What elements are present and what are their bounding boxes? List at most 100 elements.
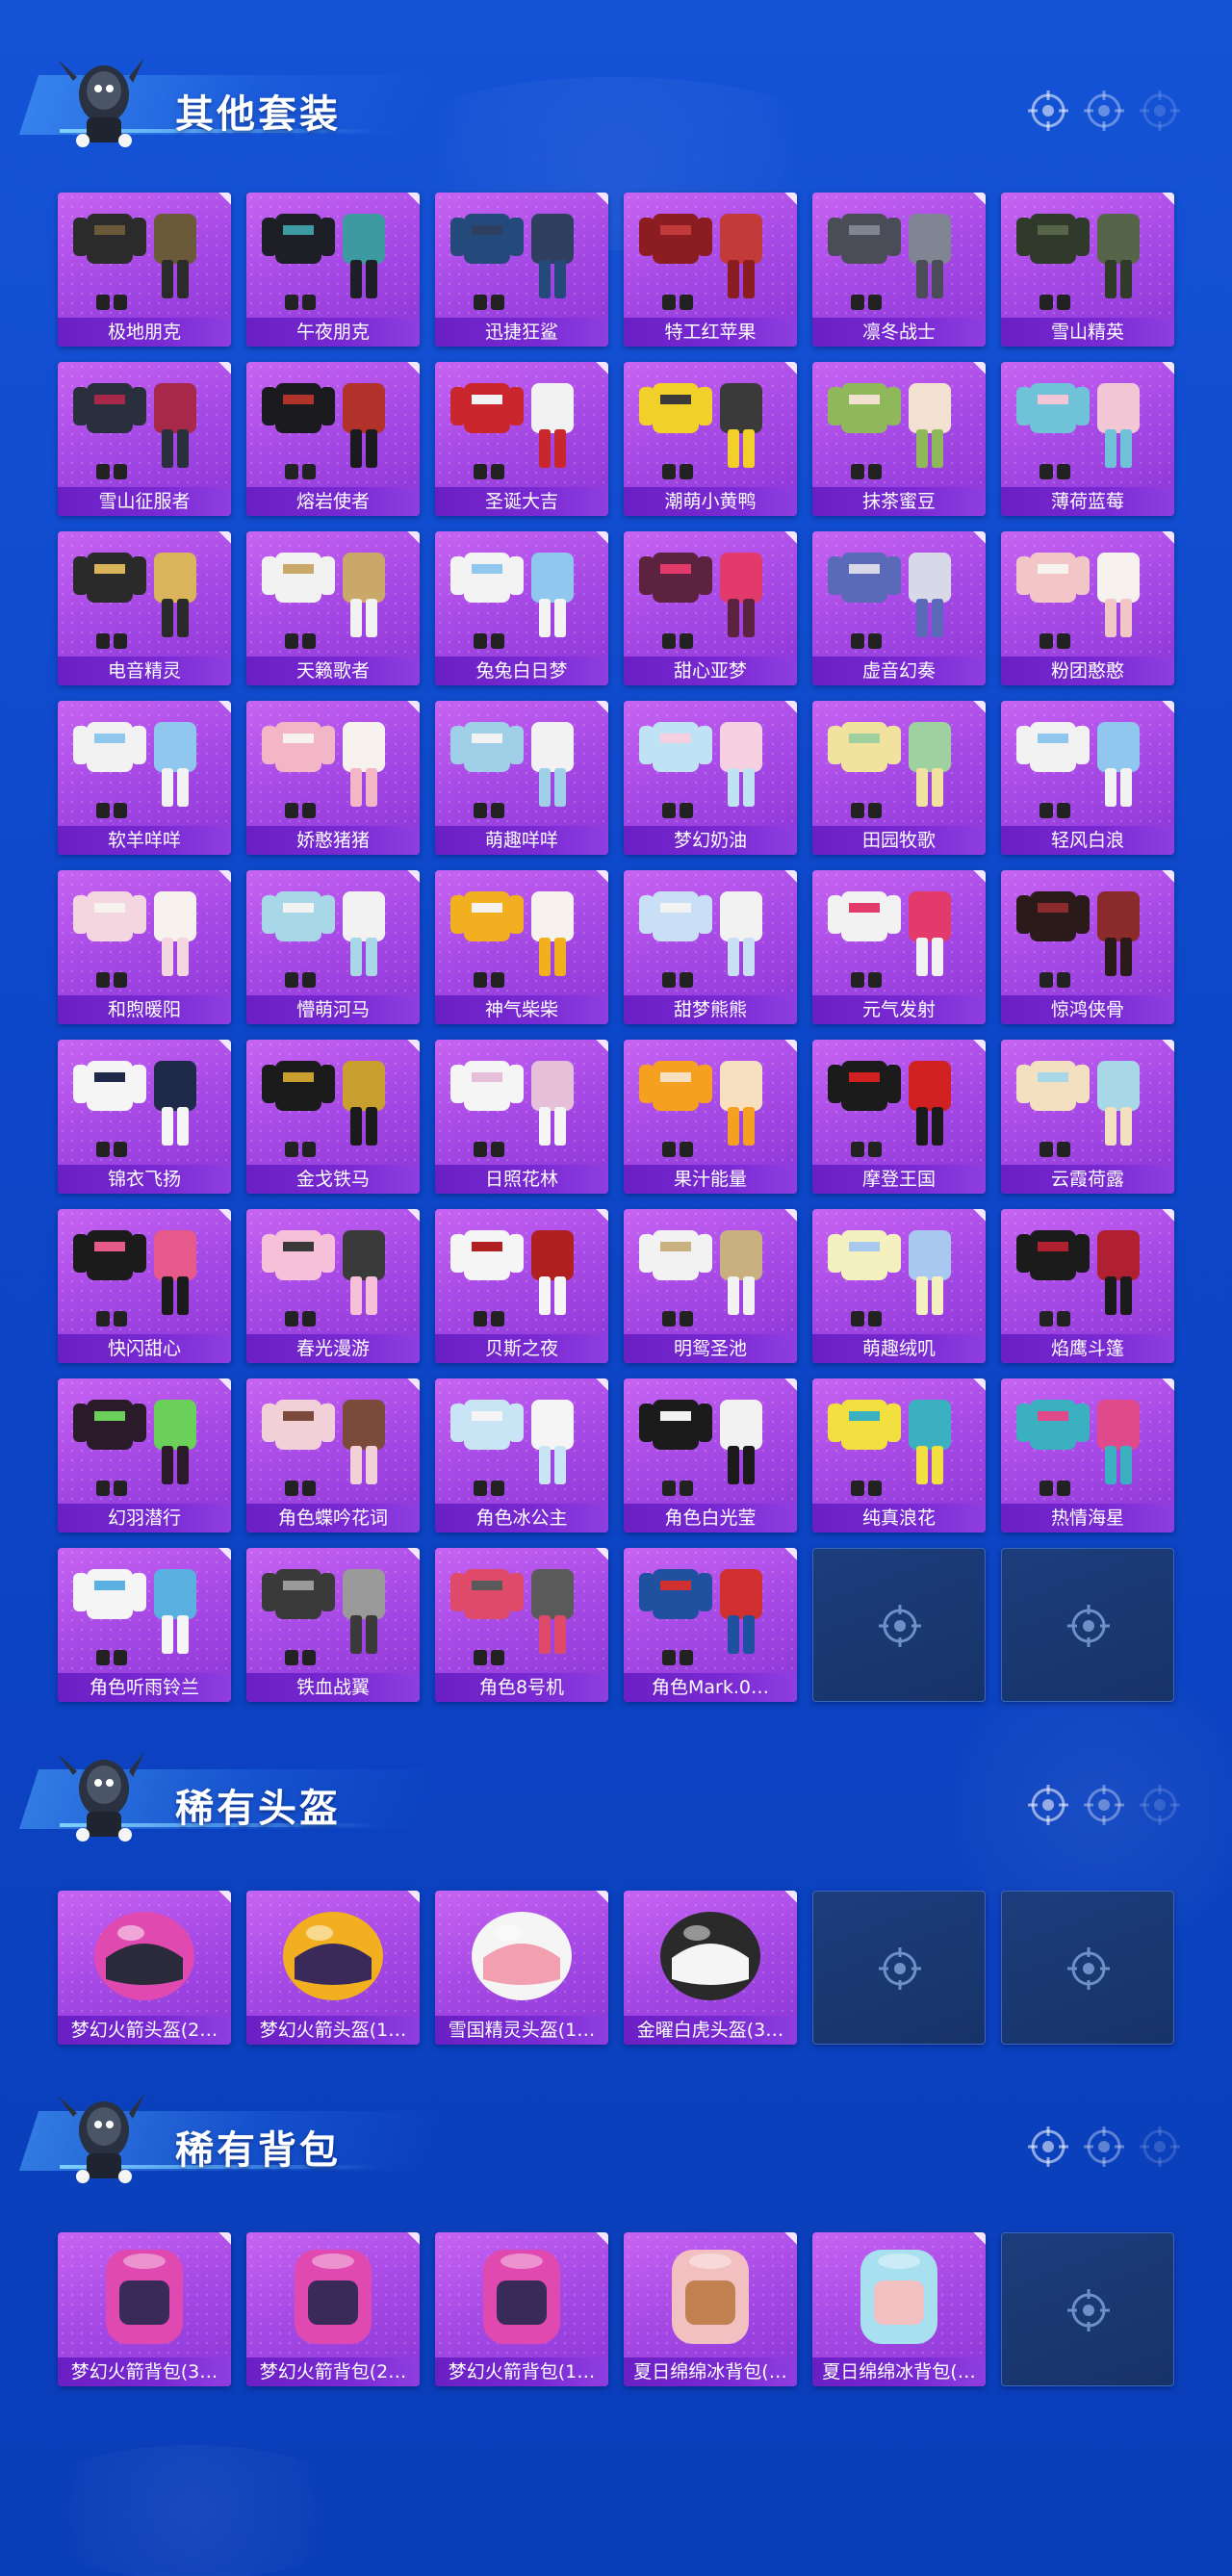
item-card[interactable]: 娇憨猪猪 (246, 701, 420, 855)
item-card[interactable]: 果汁能量 (624, 1040, 797, 1194)
item-name: 软羊咩咩 (58, 826, 231, 855)
item-card[interactable]: 快闪甜心 (58, 1209, 231, 1363)
item-name: 焰鹰斗篷 (1001, 1334, 1174, 1363)
item-card[interactable]: 锦衣飞扬 (58, 1040, 231, 1194)
item-name: 凛冬战士 (812, 318, 986, 347)
item-card[interactable]: 金曜白虎头盔(3… (624, 1891, 797, 2045)
item-card[interactable]: 极地朋克 (58, 193, 231, 347)
item-card[interactable]: 甜梦熊熊 (624, 870, 797, 1024)
item-card[interactable]: 虚音幻奏 (812, 531, 986, 685)
item-card[interactable]: 梦幻火箭头盔(2… (58, 1891, 231, 2045)
item-card[interactable]: 云霞荷露 (1001, 1040, 1174, 1194)
outfit-image (1016, 722, 1140, 818)
item-card[interactable]: 天籁歌者 (246, 531, 420, 685)
crosshair-icon (1084, 1785, 1124, 1825)
item-card[interactable]: 兔兔白日梦 (435, 531, 608, 685)
item-name: 田园牧歌 (812, 826, 986, 855)
item-name: 梦幻火箭背包(1… (435, 2357, 608, 2386)
outfit-image (450, 383, 574, 479)
item-name: 极地朋克 (58, 318, 231, 347)
helmet-image (660, 1912, 760, 2000)
outfit-image (262, 1230, 385, 1327)
item-name: 甜心亚梦 (624, 657, 797, 685)
item-card[interactable]: 角色听雨铃兰 (58, 1548, 231, 1702)
item-card[interactable]: 夏日绵绵冰背包(… (624, 2232, 797, 2386)
outfit-image (262, 1061, 385, 1157)
item-name: 雪国精灵头盔(1… (435, 2016, 608, 2045)
outfit-image (73, 1569, 196, 1665)
item-name: 梦幻火箭头盔(1… (246, 2016, 420, 2045)
item-card[interactable]: 角色冰公主 (435, 1378, 608, 1533)
item-card[interactable]: 午夜朋克 (246, 193, 420, 347)
item-card[interactable]: 梦幻火箭背包(2… (246, 2232, 420, 2386)
section-title: 稀有头盔 (175, 1787, 341, 1831)
item-card[interactable]: 金戈铁马 (246, 1040, 420, 1194)
item-card[interactable]: 甜心亚梦 (624, 531, 797, 685)
outfit-image (450, 1230, 574, 1327)
item-card[interactable]: 梦幻火箭背包(3… (58, 2232, 231, 2386)
outfit-image (73, 1400, 196, 1496)
item-card[interactable]: 元气发射 (812, 870, 986, 1024)
section-other-outfits: 其他套装 极地朋克 午夜朋克 迅捷狂鲨 特工红苹果 凛冬战士 雪山精英 雪山征服者 熔岩使者圣… (0, 48, 1232, 1702)
item-card[interactable]: 春光漫游 (246, 1209, 420, 1363)
item-card[interactable]: 懵萌河马 (246, 870, 420, 1024)
item-card[interactable]: 角色Mark.0… (624, 1548, 797, 1702)
item-card[interactable]: 角色8号机 (435, 1548, 608, 1702)
item-card[interactable]: 熔岩使者 (246, 362, 420, 516)
item-name: 粉团憨憨 (1001, 657, 1174, 685)
item-card[interactable]: 角色蝶吟花词 (246, 1378, 420, 1533)
item-card[interactable]: 纯真浪花 (812, 1378, 986, 1533)
outfit-image (639, 383, 762, 479)
item-name: 锦衣飞扬 (58, 1165, 231, 1194)
item-card[interactable]: 角色白光莹 (624, 1378, 797, 1533)
item-card[interactable]: 迅捷狂鲨 (435, 193, 608, 347)
item-card[interactable]: 梦幻火箭头盔(1… (246, 1891, 420, 2045)
item-name: 兔兔白日梦 (435, 657, 608, 685)
item-card[interactable]: 圣诞大吉 (435, 362, 608, 516)
item-name: 梦幻火箭头盔(2… (58, 2016, 231, 2045)
item-card[interactable]: 幻羽潜行 (58, 1378, 231, 1533)
item-card[interactable]: 轻风白浪 (1001, 701, 1174, 855)
item-card[interactable]: 神气柴柴 (435, 870, 608, 1024)
item-card[interactable]: 贝斯之夜 (435, 1209, 608, 1363)
item-card[interactable]: 粉团憨憨 (1001, 531, 1174, 685)
item-name: 元气发射 (812, 995, 986, 1024)
outfit-image (639, 891, 762, 988)
item-card[interactable]: 潮萌小黄鸭 (624, 362, 797, 516)
crosshair-icon (1067, 1605, 1110, 1647)
item-name: 果汁能量 (624, 1165, 797, 1194)
item-card[interactable]: 梦幻火箭背包(1… (435, 2232, 608, 2386)
decorative-target-icons (1026, 89, 1182, 133)
item-card[interactable]: 梦幻奶油 (624, 701, 797, 855)
item-card[interactable]: 萌趣咩咩 (435, 701, 608, 855)
item-card[interactable]: 铁血战翼 (246, 1548, 420, 1702)
item-card[interactable]: 田园牧歌 (812, 701, 986, 855)
item-card[interactable]: 特工红苹果 (624, 193, 797, 347)
item-card[interactable]: 明鸳圣池 (624, 1209, 797, 1363)
item-card[interactable]: 摩登王国 (812, 1040, 986, 1194)
item-card[interactable]: 夏日绵绵冰背包(… (812, 2232, 986, 2386)
item-name: 摩登王国 (812, 1165, 986, 1194)
item-card[interactable]: 雪山征服者 (58, 362, 231, 516)
outfit-image (639, 1400, 762, 1496)
item-card[interactable]: 雪国精灵头盔(1… (435, 1891, 608, 2045)
item-card[interactable]: 凛冬战士 (812, 193, 986, 347)
decorative-target-icons (1026, 1783, 1182, 1827)
item-card[interactable]: 软羊咩咩 (58, 701, 231, 855)
outfit-image (1016, 1400, 1140, 1496)
outfit-image (73, 1061, 196, 1157)
outfit-image (1016, 1230, 1140, 1327)
item-card[interactable]: 抹茶蜜豆 (812, 362, 986, 516)
item-card[interactable]: 薄荷蓝莓 (1001, 362, 1174, 516)
item-card[interactable]: 日照花林 (435, 1040, 608, 1194)
outfit-image (828, 214, 951, 310)
item-card[interactable]: 电音精灵 (58, 531, 231, 685)
item-card[interactable]: 雪山精英 (1001, 193, 1174, 347)
item-card[interactable]: 焰鹰斗篷 (1001, 1209, 1174, 1363)
item-card[interactable]: 热情海星 (1001, 1378, 1174, 1533)
outfit-image (450, 214, 574, 310)
item-card[interactable]: 惊鸿侠骨 (1001, 870, 1174, 1024)
item-name: 萌趣绒叽 (812, 1334, 986, 1363)
item-card[interactable]: 萌趣绒叽 (812, 1209, 986, 1363)
item-card[interactable]: 和煦暖阳 (58, 870, 231, 1024)
